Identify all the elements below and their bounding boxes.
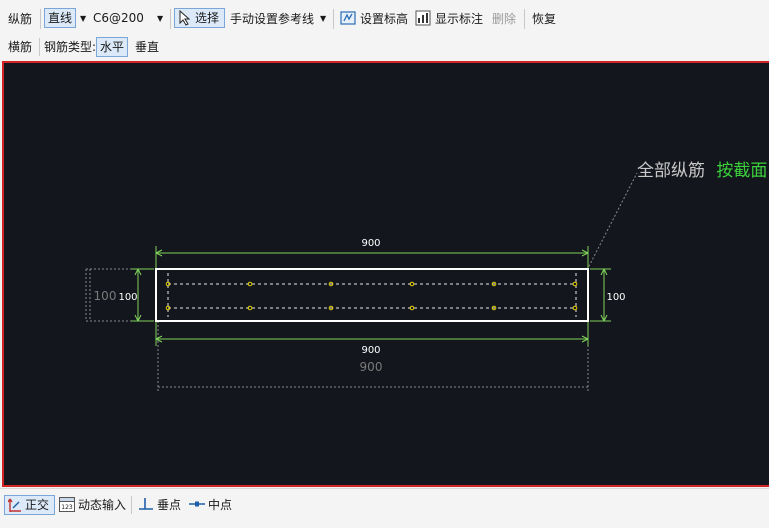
midpoint-snap-toggle[interactable]: 中点 xyxy=(188,495,232,515)
rebar-point[interactable] xyxy=(572,305,578,311)
dimension-chart-icon xyxy=(415,10,431,26)
cursor-arrow-icon xyxy=(179,10,191,26)
show-dimension-label: 显示标注 xyxy=(435,12,484,26)
rebar-spec-combobox[interactable]: C6@200 xyxy=(93,8,144,28)
svg-text:123: 123 xyxy=(61,504,73,511)
delete-button[interactable]: 删除 xyxy=(492,9,516,29)
left-outer-dimension-text: 100 xyxy=(94,289,117,303)
rebar-points xyxy=(165,281,578,311)
horizontal-type-button[interactable]: 水平 xyxy=(96,37,129,57)
dynamic-input-toggle[interactable]: 123 动态输入 xyxy=(58,495,126,515)
right-dimension-text[interactable]: 100 xyxy=(606,292,625,303)
rebar-spec-dropdown-icon[interactable]: ▼ xyxy=(157,14,163,23)
orthogonal-toggle[interactable]: 正交 xyxy=(4,495,55,515)
reference-line-dropdown-icon[interactable]: ▼ xyxy=(320,14,326,23)
toolbar-separator xyxy=(170,9,171,29)
annotation-suffix: 按截面 xyxy=(716,161,767,181)
section-drawing: 900 900 100 100 900 100 全部纵筋 按截面 xyxy=(85,161,767,391)
orthogonal-label: 正交 xyxy=(25,498,50,512)
statusbar: 正交 123 动态输入 垂点 中点 xyxy=(0,488,769,528)
set-elevation-label: 设置标高 xyxy=(360,12,409,26)
rebar-lines xyxy=(167,273,577,317)
toolbar-separator xyxy=(333,9,334,29)
perpendicular-label: 垂点 xyxy=(157,498,182,512)
annotation-prefix: 全部纵筋 xyxy=(637,161,705,181)
show-dimension-button[interactable]: 显示标注 xyxy=(414,9,483,29)
orthogonal-icon xyxy=(8,498,21,512)
drawing-canvas[interactable]: 900 900 100 100 900 100 全部纵筋 按截面 xyxy=(2,61,769,487)
vertical-type-button[interactable]: 垂直 xyxy=(135,37,159,57)
perpendicular-icon xyxy=(139,498,153,510)
elevation-icon xyxy=(340,11,356,25)
perpendicular-snap-toggle[interactable]: 垂点 xyxy=(137,495,181,515)
top-dimension-text[interactable]: 900 xyxy=(361,238,380,249)
outer-bottom-dimension-text: 900 xyxy=(360,360,383,374)
dynamic-input-label: 动态输入 xyxy=(78,498,127,512)
bottom-dimension-text[interactable]: 900 xyxy=(361,345,380,356)
rebar-type-label: 钢筋类型: xyxy=(44,40,97,54)
longitudinal-bar-button[interactable]: 纵筋 xyxy=(8,9,32,29)
midpoint-label: 中点 xyxy=(208,498,233,512)
toolbar-separator xyxy=(39,38,40,56)
toolbar-rebar-type: 横筋 钢筋类型: 水平 垂直 xyxy=(0,37,769,60)
dimension-lines xyxy=(131,246,611,346)
select-button[interactable]: 选择 xyxy=(174,8,225,28)
transverse-bar-button[interactable]: 横筋 xyxy=(8,37,32,57)
rebar-point[interactable] xyxy=(572,281,578,287)
line-mode-dropdown-icon[interactable]: ▼ xyxy=(80,14,86,23)
select-button-label: 选择 xyxy=(195,11,220,25)
section-outline xyxy=(155,268,589,322)
midpoint-icon xyxy=(189,501,205,507)
toolbar-main: 纵筋 直线 ▼ C6@200 ▼ 选择 手动设置参考线 ▼ 设置标高 显示标注 … xyxy=(0,0,769,37)
statusbar-separator xyxy=(131,496,132,514)
left-inner-dimension-text[interactable]: 100 xyxy=(118,292,137,303)
set-elevation-button[interactable]: 设置标高 xyxy=(339,9,408,29)
restore-button[interactable]: 恢复 xyxy=(532,9,556,29)
rebar-annotation[interactable]: 全部纵筋 按截面 xyxy=(637,161,767,181)
manual-reference-line-button[interactable]: 手动设置参考线 xyxy=(230,9,314,29)
toolbar-separator xyxy=(40,9,41,29)
line-mode-button[interactable]: 直线 xyxy=(44,8,77,28)
toolbar-separator xyxy=(524,9,525,29)
dynamic-input-icon: 123 xyxy=(59,497,75,512)
